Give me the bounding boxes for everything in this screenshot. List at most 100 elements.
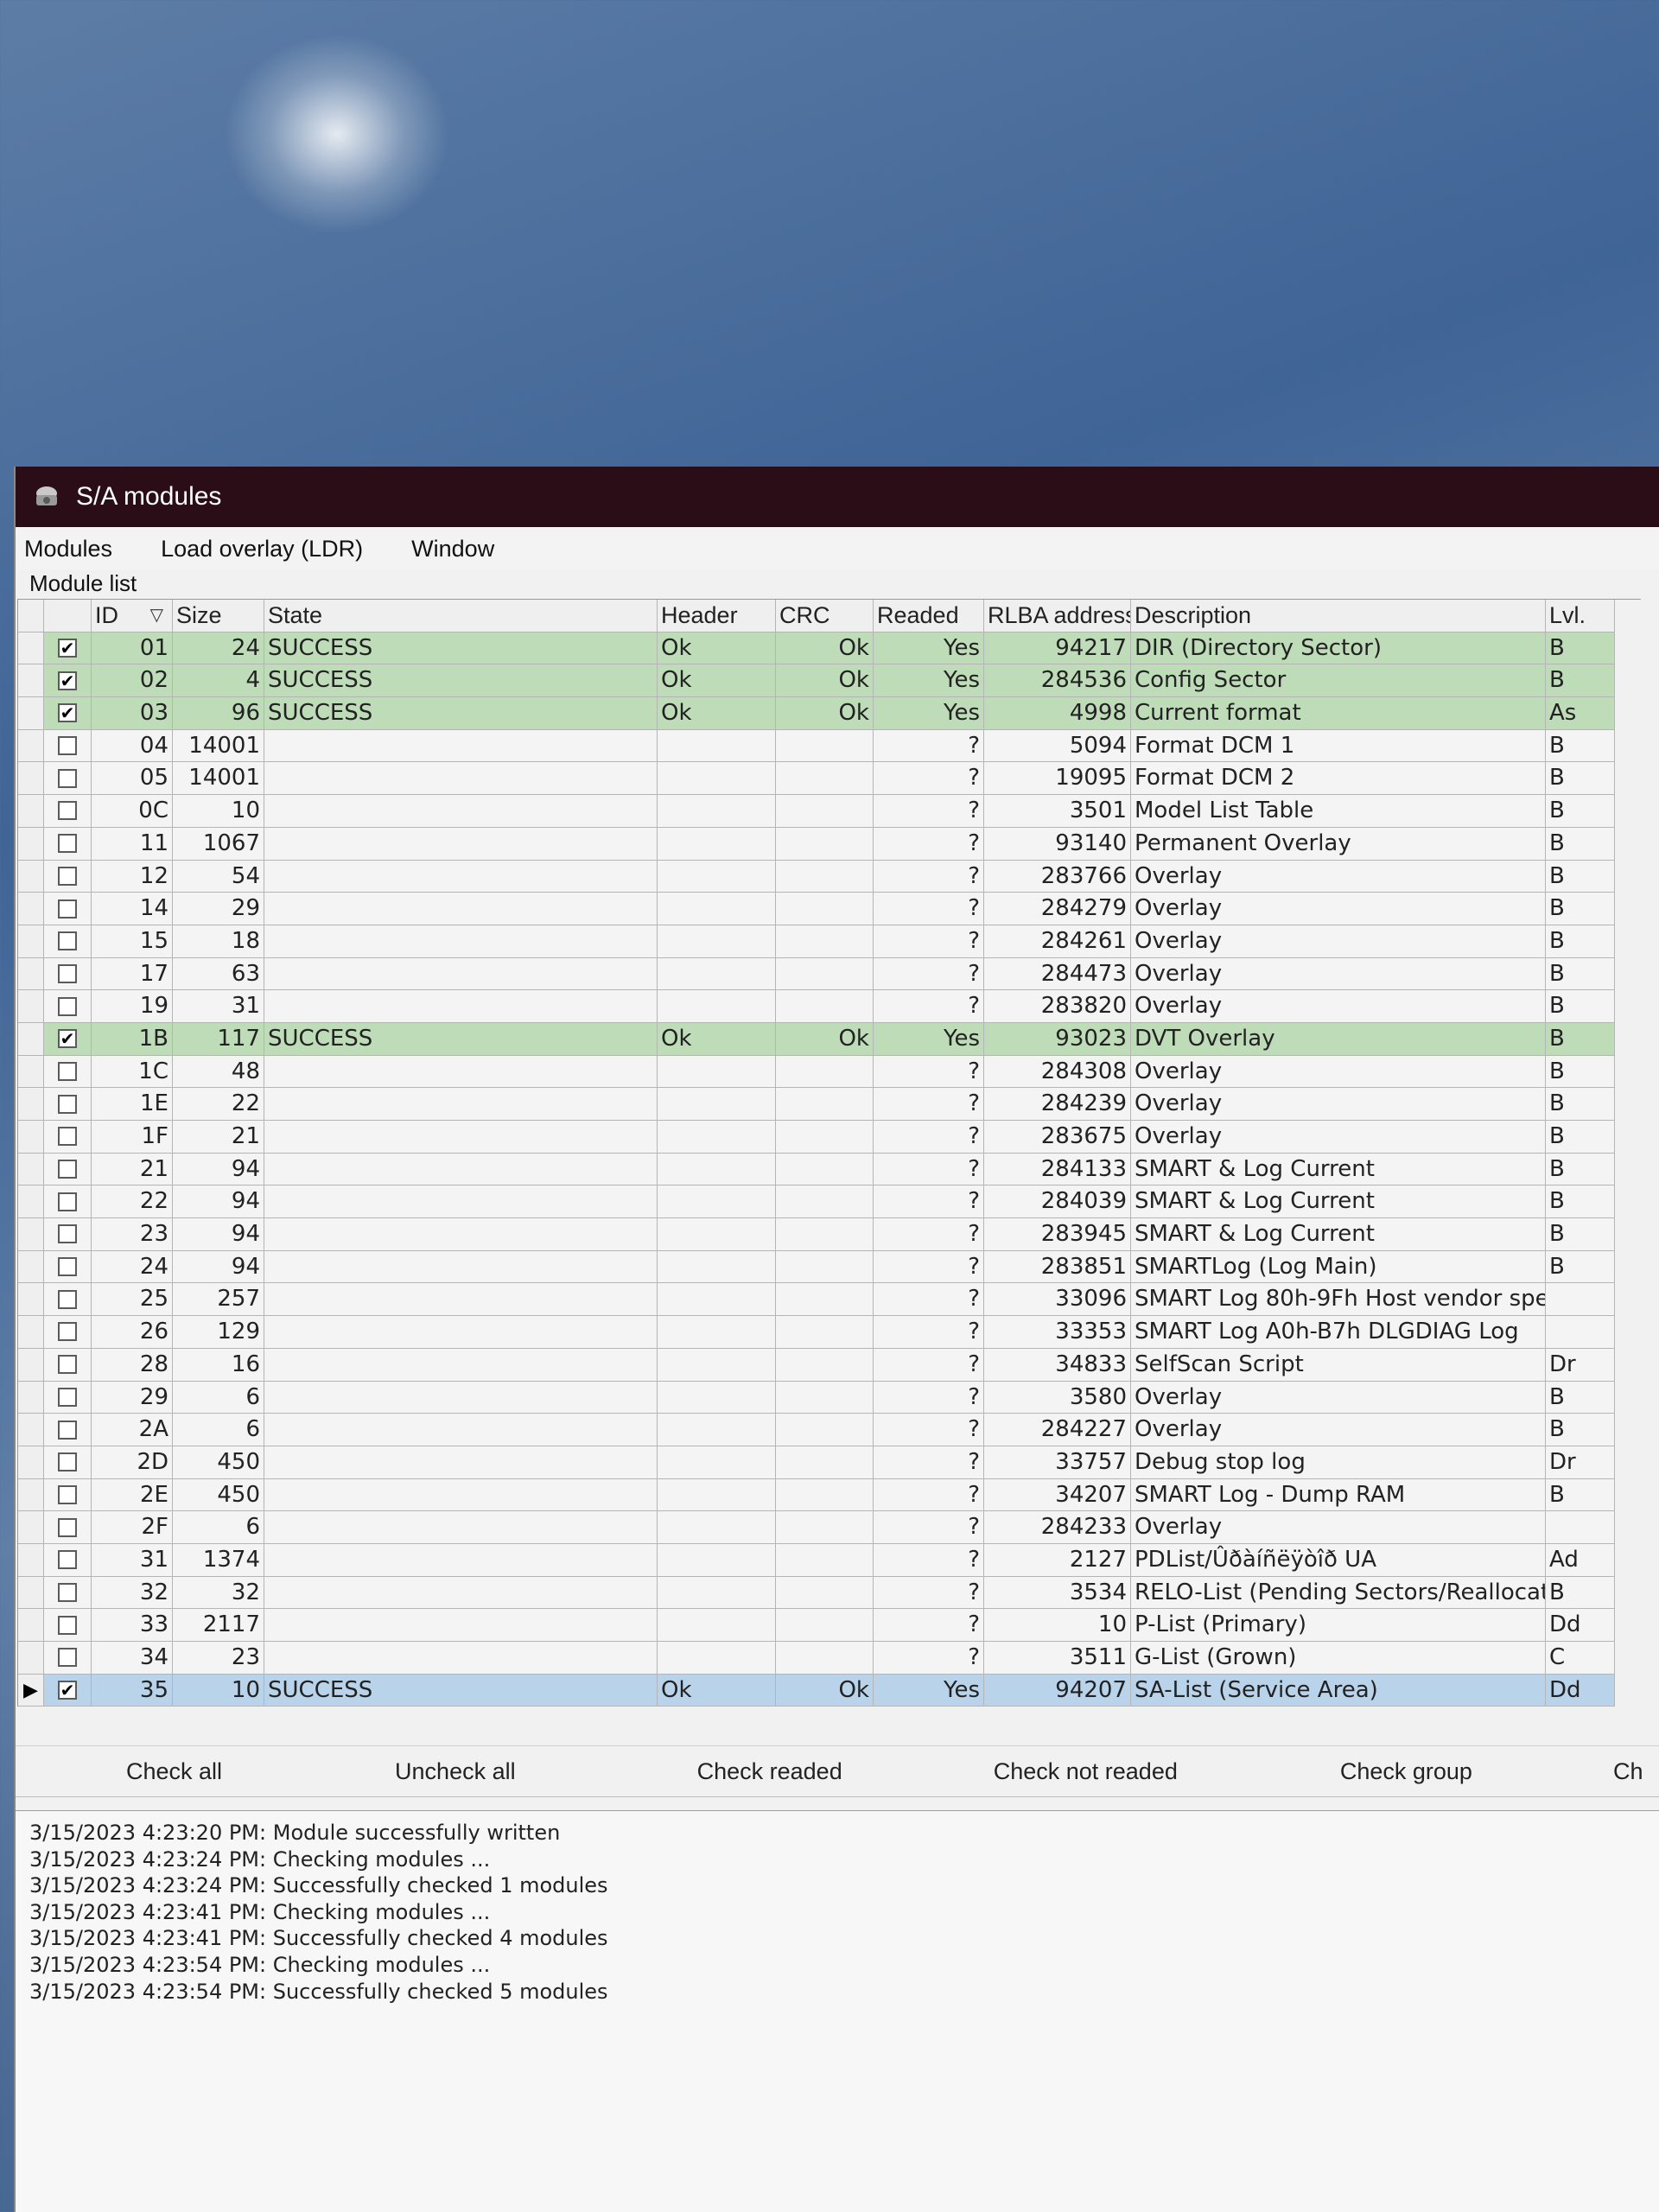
column-header-state[interactable]: State [264, 600, 658, 632]
row-checkbox[interactable] [58, 1192, 77, 1211]
row-checkbox[interactable]: ✔ [58, 1681, 77, 1700]
uncheck-all-button[interactable]: Uncheck all [395, 1758, 516, 1785]
column-header-header[interactable]: Header [658, 600, 776, 632]
table-row[interactable]: 1E 22? 284239 Overlay B [18, 1088, 1641, 1121]
row-checkbox[interactable] [58, 1094, 77, 1114]
table-row[interactable]: 12 54? 283766 Overlay B [18, 860, 1641, 893]
table-row[interactable]: 1C 48? 284308 Overlay B [18, 1055, 1641, 1089]
row-checkbox[interactable] [58, 996, 77, 1016]
module-description-cell: SMART Log A0h-B7h DLGDIAG Log [1131, 1316, 1546, 1349]
module-lvl-cell: C [1546, 1642, 1615, 1675]
row-checkbox[interactable] [58, 1517, 77, 1537]
table-row[interactable]: 22 94? 284039 SMART & Log Current B [18, 1185, 1641, 1219]
table-row[interactable]: 21 94? 284133 SMART & Log Current B [18, 1153, 1641, 1186]
row-checkbox[interactable] [58, 1322, 77, 1342]
row-checkbox[interactable]: ✔ [58, 1029, 77, 1049]
row-checkbox[interactable] [58, 1648, 77, 1668]
row-checkbox[interactable] [58, 931, 77, 951]
row-checkbox-cell [44, 1414, 92, 1446]
row-checkbox[interactable] [58, 1550, 77, 1570]
check-group-button[interactable]: Check group [1340, 1758, 1472, 1785]
row-checkbox[interactable] [58, 1582, 77, 1602]
table-row[interactable]: 05 14001? 19095 Format DCM 2B [18, 762, 1641, 796]
row-indicator: ▶ [18, 1674, 44, 1707]
table-row[interactable]: 32 32? 3534 RELO-List (Pending Sectors/Real… [18, 1576, 1641, 1610]
row-checkbox[interactable] [58, 834, 77, 854]
table-row[interactable]: 2F 6? 284233 Overlay [18, 1511, 1641, 1544]
column-header-crc[interactable]: CRC [776, 600, 874, 632]
table-row[interactable]: ✔ 01 24 SUCCESS Ok Ok Yes 94217 DIR (Directory S… [18, 632, 1641, 665]
row-checkbox[interactable] [58, 1289, 77, 1309]
table-row[interactable]: ▶ ✔ 35 10 SUCCESS Ok Ok Yes 94207 SA-List (Servic… [18, 1674, 1641, 1707]
table-row[interactable]: 1F 21? 283675 Overlay B [18, 1121, 1641, 1154]
module-description-cell: P-List (Primary) [1131, 1609, 1546, 1642]
row-checkbox[interactable] [58, 801, 77, 821]
table-row[interactable]: 15 18? 284261 Overlay B [18, 925, 1641, 958]
check-readed-button[interactable]: Check readed [697, 1758, 842, 1785]
check-more-button[interactable]: Ch [1613, 1758, 1643, 1785]
row-checkbox[interactable] [58, 1061, 77, 1081]
column-header-id[interactable]: ID ▽ [92, 600, 173, 632]
row-checkbox[interactable] [58, 1355, 77, 1375]
table-row[interactable]: 33 2117? 10 P-List (Primary) Dd [18, 1609, 1641, 1642]
table-row[interactable]: 23 94? 283945 SMART & Log Current B [18, 1218, 1641, 1251]
column-header-lvl[interactable]: Lvl. [1546, 600, 1615, 632]
row-checkbox[interactable] [58, 963, 77, 983]
row-checkbox[interactable]: ✔ [58, 639, 77, 658]
row-checkbox[interactable] [58, 768, 77, 788]
app-icon [36, 486, 57, 505]
table-row[interactable]: 2D 450? 33757 Debug stop log Dr [18, 1446, 1641, 1479]
column-header-description[interactable]: Description [1131, 600, 1546, 632]
table-row[interactable]: 29 6? 3580 Overlay B [18, 1381, 1641, 1414]
table-row[interactable]: 19 31? 283820 Overlay B [18, 990, 1641, 1023]
row-checkbox[interactable] [58, 1127, 77, 1147]
row-checkbox[interactable]: ✔ [58, 671, 77, 690]
table-row[interactable]: 2E 450? 34207 SMART Log - Dump RAM B [18, 1478, 1641, 1512]
table-row[interactable]: 11 1067? 93140 Permanent Overlay B [18, 827, 1641, 861]
table-row[interactable]: 17 63? 284473 Overlay B [18, 957, 1641, 991]
table-row[interactable]: ✔ 03 96 SUCCESS Ok Ok Yes 4998 Current format As [18, 697, 1641, 730]
title-bar[interactable]: S/A modules [16, 467, 1659, 527]
row-checkbox[interactable] [58, 1160, 77, 1179]
module-id-cell: 17 [92, 957, 173, 991]
row-checkbox[interactable] [58, 736, 77, 756]
table-row[interactable]: 04 14001? 5094 Format DCM 1B [18, 729, 1641, 763]
column-header-readed[interactable]: Readed [874, 600, 984, 632]
module-readed-cell: ? [874, 1609, 984, 1642]
log-panel[interactable]: 3/15/2023 4:23:20 PM: Module successfull… [16, 1810, 1659, 2212]
menu-load-overlay[interactable]: Load overlay (LDR) [152, 536, 385, 563]
row-checkbox[interactable] [58, 866, 77, 886]
header-check[interactable] [44, 600, 92, 632]
table-body: ✔ 01 24 SUCCESS Ok Ok Yes 94217 DIR (Directory S… [18, 632, 1641, 1707]
table-row[interactable]: 2A 6? 284227 Overlay B [18, 1414, 1641, 1446]
row-checkbox[interactable] [58, 1484, 77, 1504]
table-row[interactable]: 14 29? 284279 Overlay B [18, 893, 1641, 925]
row-checkbox[interactable] [58, 1420, 77, 1440]
table-row[interactable]: 25 257? 33096 SMART Log 80h-9Fh Host vendor… [18, 1283, 1641, 1317]
menu-window[interactable]: Window [403, 536, 517, 563]
menu-modules[interactable]: Modules [16, 536, 135, 563]
check-not-readed-button[interactable]: Check not readed [994, 1758, 1178, 1785]
row-checkbox-cell [44, 1642, 92, 1675]
table-row[interactable]: 34 23? 3511 G-List (Grown) C [18, 1642, 1641, 1675]
row-checkbox[interactable] [58, 1615, 77, 1635]
table-row[interactable]: 26 129? 33353 SMART Log A0h-B7h DLGDIAG Log [18, 1316, 1641, 1349]
table-row[interactable]: ✔ 1B 117 SUCCESS Ok Ok Yes 93023 DVT Overlay B [18, 1022, 1641, 1056]
row-checkbox[interactable] [58, 899, 77, 918]
module-header-cell [658, 957, 776, 991]
table-row[interactable]: 0C 10? 3501 Model List Table B [18, 795, 1641, 828]
row-checkbox[interactable] [58, 1452, 77, 1472]
table-row[interactable]: 28 16? 34833 SelfScan Script Dr [18, 1348, 1641, 1382]
table-row[interactable]: 24 94? 283851 SMARTLog (Log Main) B [18, 1250, 1641, 1284]
column-header-rlba[interactable]: RLBA address [984, 600, 1131, 632]
row-checkbox[interactable]: ✔ [58, 703, 77, 723]
row-checkbox[interactable] [58, 1224, 77, 1244]
module-size-cell: 18 [173, 925, 264, 958]
table-row[interactable]: 31 1374? 2127 PDList/Ûðàíñëÿòîð UA Ad [18, 1543, 1641, 1577]
module-size-cell: 257 [173, 1283, 264, 1317]
row-checkbox[interactable] [58, 1257, 77, 1277]
column-header-size[interactable]: Size [173, 600, 264, 632]
row-checkbox[interactable] [58, 1387, 77, 1407]
table-row[interactable]: ✔ 02 4 SUCCESS Ok Ok Yes 284536 Config Sector B [18, 664, 1641, 698]
check-all-button[interactable]: Check all [126, 1758, 222, 1785]
